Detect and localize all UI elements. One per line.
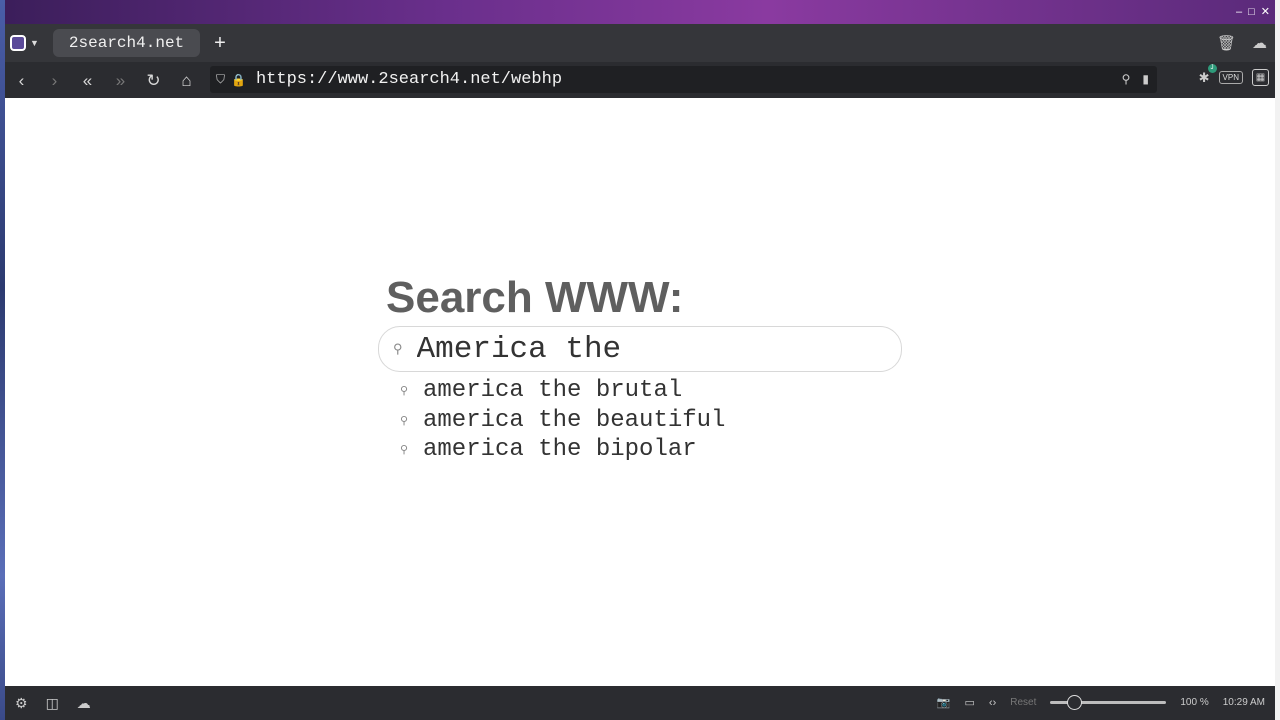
workspace-icon [10, 35, 26, 51]
reload-icon[interactable]: ↻ [137, 72, 170, 89]
lock-icon[interactable]: 🔒 [231, 73, 246, 87]
puzzle-icon[interactable]: ✱ J [1199, 63, 1217, 86]
shield-icon[interactable]: ⛉ [216, 72, 225, 87]
tab-bar-actions: 🗑 ☁ [1217, 34, 1267, 52]
search-box[interactable]: ⚲ [378, 326, 902, 372]
rewind-button[interactable]: « [71, 72, 104, 89]
url-field[interactable]: ⛉ 🔒 https://www.2search4.net/webhp ⚲ ▮ [210, 66, 1157, 93]
zoom-reset-button[interactable]: Reset [1010, 697, 1036, 708]
zoom-slider[interactable] [1050, 695, 1167, 710]
gift-icon[interactable]: ▦ [1252, 69, 1269, 86]
bookmark-icon[interactable]: ▮ [1142, 72, 1149, 86]
search-icon: ⚲ [393, 341, 403, 356]
browser-window: ▼ 2search4.net + 🗑 ☁ ‹ › « » ↻ ⌂ ⛉ 🔒 htt… [5, 24, 1275, 720]
tab-bar: ▼ 2search4.net + 🗑 ☁ [5, 24, 1275, 62]
desktop-background [0, 0, 1280, 24]
address-bar: ‹ › « » ↻ ⌂ ⛉ 🔒 https://www.2search4.net… [5, 62, 1275, 98]
tab-active[interactable]: 2search4.net [52, 29, 201, 57]
zoom-slider-handle[interactable] [1067, 695, 1083, 710]
zoom-level: 100 % [1180, 697, 1209, 708]
suggestion-item[interactable]: ⚲ america the brutal [400, 376, 725, 406]
home-icon[interactable]: ⌂ [170, 72, 203, 89]
minimize-button[interactable]: – [1236, 6, 1242, 18]
trash-icon[interactable]: 🗑 [1217, 34, 1236, 52]
suggestion-text: america the beautiful [423, 406, 726, 434]
search-icon: ⚲ [400, 444, 409, 457]
search-icon: ⚲ [400, 414, 409, 427]
page-title: Search WWW: [386, 273, 684, 322]
status-bar-left: ⚙ ◫ ☁ [15, 695, 91, 712]
panel-toggle-icon[interactable]: ◫ [46, 695, 59, 712]
cloud-icon[interactable]: ☁ [77, 695, 91, 712]
suggestion-item[interactable]: ⚲ america the bipolar [400, 435, 725, 465]
search-input[interactable] [414, 330, 859, 368]
extension-badge: J [1207, 63, 1217, 73]
suggestion-list: ⚲ america the brutal ⚲ america the beaut… [400, 376, 725, 465]
url-text[interactable]: https://www.2search4.net/webhp [256, 70, 562, 89]
chevron-down-icon: ▼ [30, 38, 39, 48]
window-icon[interactable]: ▭ [965, 696, 975, 709]
back-button[interactable]: ‹ [5, 72, 38, 89]
maximize-button[interactable]: □ [1248, 6, 1255, 18]
cloud-icon[interactable]: ☁ [1252, 34, 1267, 52]
url-actions: ⚲ ▮ [1122, 72, 1149, 86]
workspace-button[interactable]: ▼ [10, 35, 39, 51]
new-tab-button[interactable]: + [214, 33, 226, 53]
desktop-edge-right [1275, 0, 1280, 720]
status-bar: ⚙ ◫ ☁ 📷 ▭ ‹› Reset 100 % 10:29 AM [5, 686, 1275, 720]
search-icon: ⚲ [400, 385, 409, 398]
camera-icon[interactable]: 📷 [937, 696, 951, 709]
forward-button[interactable]: › [38, 72, 71, 89]
close-button[interactable]: ✕ [1261, 6, 1270, 18]
page-content: Search WWW: ⚲ ⚲ america the brutal ⚲ ame… [5, 98, 1275, 686]
suggestion-text: america the bipolar [423, 436, 697, 464]
fast-forward-button[interactable]: » [104, 72, 137, 89]
gear-icon[interactable]: ⚙ [15, 695, 28, 712]
vpn-button[interactable]: VPN [1218, 71, 1243, 84]
window-controls: – □ ✕ [1236, 6, 1270, 18]
extension-bar: ✱ J VPN ▦ [1199, 63, 1269, 86]
suggestion-item[interactable]: ⚲ america the beautiful [400, 406, 725, 436]
code-icon[interactable]: ‹› [989, 697, 996, 709]
status-bar-right: 📷 ▭ ‹› Reset 100 % 10:29 AM [937, 695, 1265, 710]
tab-label: 2search4.net [68, 34, 185, 52]
location-pin-icon[interactable]: ⚲ [1122, 72, 1131, 86]
suggestion-text: america the brutal [423, 377, 683, 405]
clock: 10:29 AM [1222, 697, 1265, 708]
